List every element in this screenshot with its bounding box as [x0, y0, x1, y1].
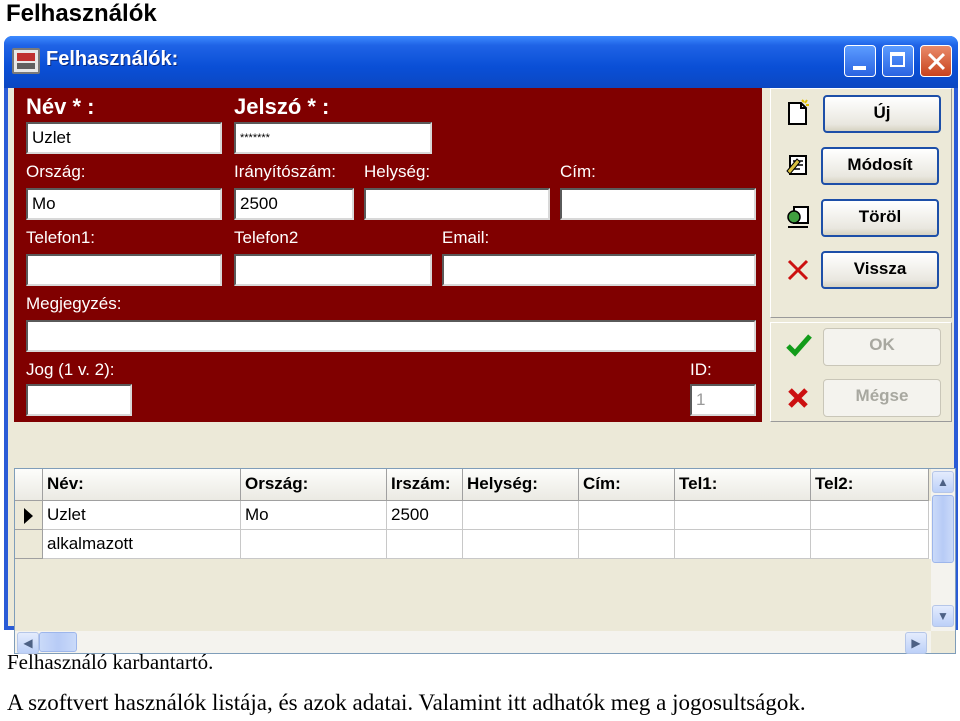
- scroll-down-button[interactable]: ▼: [932, 605, 954, 627]
- megjegyzes-label: Megjegyzés:: [26, 294, 122, 313]
- ok-check-icon: [785, 331, 812, 359]
- table-cell[interactable]: [811, 501, 929, 530]
- col-header-helyseg[interactable]: Helység:: [463, 469, 579, 501]
- figure-caption: Felhasználó karbantartó.: [7, 650, 214, 674]
- grid-corner: [15, 469, 43, 501]
- horizontal-scroll-thumb[interactable]: [39, 632, 77, 652]
- table-cell[interactable]: [579, 530, 675, 559]
- vissza-button[interactable]: Vissza: [821, 251, 939, 289]
- table-cell[interactable]: 2500: [387, 501, 463, 530]
- modosit-button[interactable]: Módosít: [821, 147, 939, 185]
- telefon1-input[interactable]: [26, 254, 222, 286]
- nev-label: Név * :: [26, 94, 95, 119]
- new-document-icon: [785, 99, 811, 127]
- col-header-tel1[interactable]: Tel1:: [675, 469, 811, 501]
- users-grid[interactable]: Név: Ország: Irszám: Helység: Cím: Tel1:…: [14, 468, 956, 654]
- ok-button[interactable]: OK: [823, 328, 941, 366]
- id-label: ID:: [690, 360, 712, 379]
- nev-input[interactable]: [26, 122, 222, 154]
- cancel-x-icon: [785, 383, 811, 411]
- email-label: Email:: [442, 228, 490, 247]
- table-cell[interactable]: [463, 501, 579, 530]
- orszag-input[interactable]: [26, 188, 222, 220]
- col-header-tel2[interactable]: Tel2:: [811, 469, 929, 501]
- helyseg-input[interactable]: [364, 188, 550, 220]
- scroll-up-button[interactable]: ▲: [932, 471, 954, 493]
- col-header-cim[interactable]: Cím:: [579, 469, 675, 501]
- back-x-icon: [785, 255, 811, 283]
- table-cell[interactable]: [811, 530, 929, 559]
- table-cell[interactable]: [463, 530, 579, 559]
- minimize-button[interactable]: [844, 45, 876, 77]
- scroll-right-button[interactable]: ▶: [905, 632, 927, 654]
- table-cell[interactable]: [579, 501, 675, 530]
- iranyitoszam-label: Irányítószám:: [234, 162, 337, 181]
- users-window: Felhasználók: Név * : Jelszó * : Ország:…: [4, 36, 958, 654]
- table-cell[interactable]: [387, 530, 463, 559]
- helyseg-label: Helység:: [364, 162, 431, 181]
- table-cell[interactable]: [675, 501, 811, 530]
- row-pointer-icon: [24, 508, 33, 524]
- cim-label: Cím:: [560, 162, 596, 181]
- app-icon[interactable]: [12, 48, 40, 74]
- cim-input[interactable]: [560, 188, 756, 220]
- jelszo-input[interactable]: [234, 122, 432, 154]
- telefon2-input[interactable]: [234, 254, 432, 286]
- confirm-button-group: OK Mégse: [770, 322, 952, 422]
- jog-label: Jog (1 v. 2):: [26, 360, 115, 379]
- figure-description: A szoftvert használók listája, és azok a…: [7, 690, 806, 715]
- close-button[interactable]: [920, 45, 952, 77]
- megjegyzes-input[interactable]: [26, 320, 756, 352]
- delete-document-icon: [785, 203, 811, 231]
- table-cell[interactable]: [241, 530, 387, 559]
- jog-input[interactable]: [26, 384, 132, 416]
- col-header-orszag[interactable]: Ország:: [241, 469, 387, 501]
- uj-button[interactable]: Új: [823, 95, 941, 133]
- table-cell[interactable]: Mo: [241, 501, 387, 530]
- megse-button[interactable]: Mégse: [823, 379, 941, 417]
- window-client-area: Név * : Jelszó * : Ország: Irányítószám:…: [8, 88, 956, 654]
- orszag-label: Ország:: [26, 162, 86, 181]
- col-header-irszam[interactable]: Irszám:: [387, 469, 463, 501]
- email-input[interactable]: [442, 254, 756, 286]
- row-indicator[interactable]: [15, 530, 43, 559]
- table-cell[interactable]: [675, 530, 811, 559]
- maximize-button[interactable]: [882, 45, 914, 77]
- col-header-nev[interactable]: Név:: [43, 469, 241, 501]
- table-cell[interactable]: alkalmazott: [43, 530, 241, 559]
- window-title: Felhasználók:: [46, 48, 179, 70]
- table-cell[interactable]: Uzlet: [43, 501, 241, 530]
- torol-button[interactable]: Töröl: [821, 199, 939, 237]
- jelszo-label: Jelszó * :: [234, 94, 330, 119]
- action-button-group: Új Módosít Töröl Vissza: [770, 88, 952, 318]
- telefon1-label: Telefon1:: [26, 228, 95, 247]
- edit-document-icon: [785, 151, 811, 179]
- iranyitoszam-input[interactable]: [234, 188, 354, 220]
- id-input: [690, 384, 756, 416]
- row-indicator[interactable]: [15, 501, 43, 530]
- telefon2-label: Telefon2: [234, 228, 299, 247]
- user-form-panel: Név * : Jelszó * : Ország: Irányítószám:…: [14, 88, 762, 422]
- title-bar[interactable]: Felhasználók:: [4, 36, 958, 88]
- vertical-scroll-thumb[interactable]: [932, 495, 954, 563]
- page-heading: Felhasználók: [6, 0, 157, 27]
